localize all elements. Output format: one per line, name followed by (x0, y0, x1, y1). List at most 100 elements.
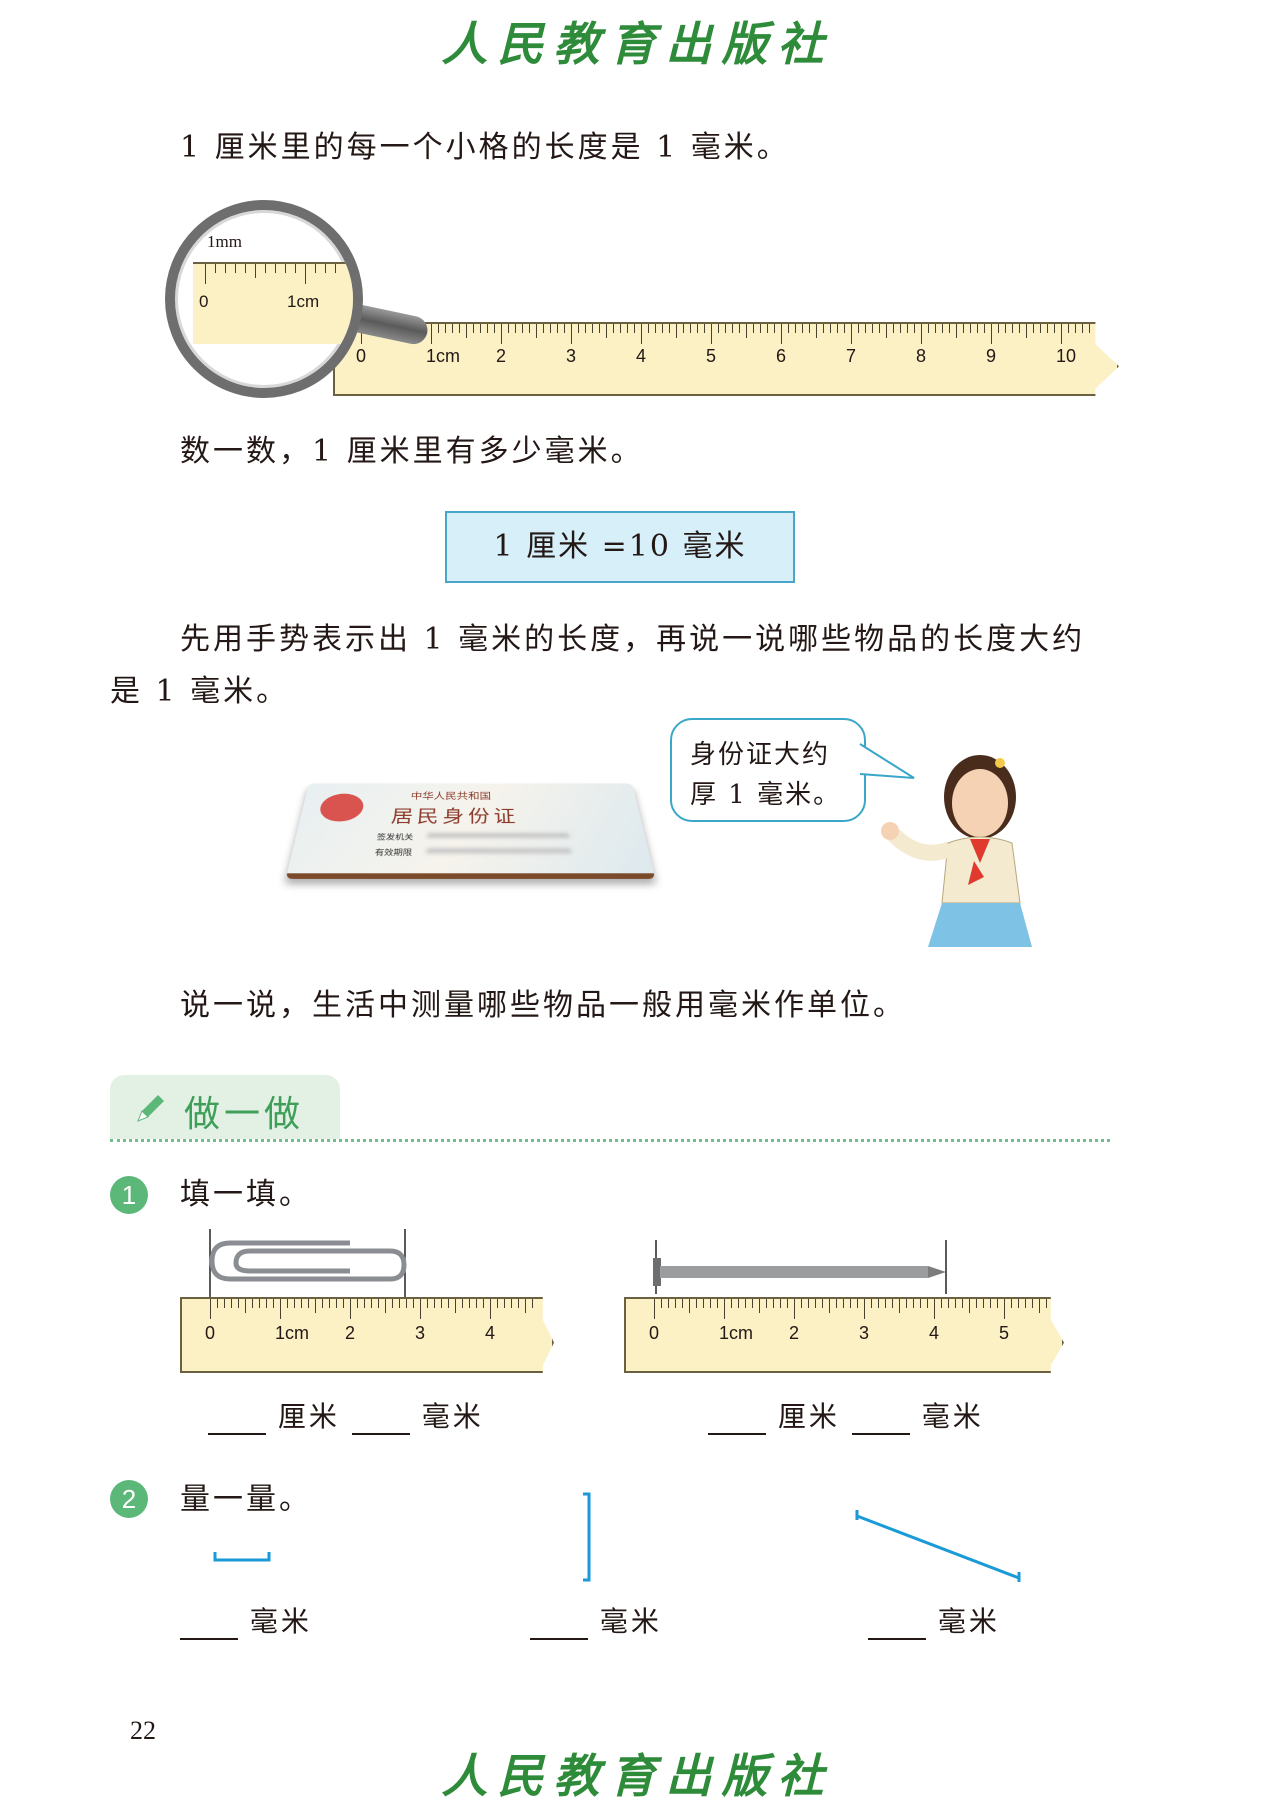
ruler-tick (259, 1299, 260, 1308)
ruler-tick (452, 324, 453, 333)
ruler-tick (745, 1299, 746, 1308)
ruler-tick (955, 1299, 956, 1308)
publisher-logo-footer: 人民教育出版社 (441, 1749, 834, 1803)
gesture-line1: 先用手势表示出 1 毫米的长度，再说一说哪些物品的长度大约 (180, 622, 1086, 657)
answer-a-cm-blank[interactable] (208, 1407, 266, 1435)
magnifier-tick (255, 264, 256, 278)
ruler-b-label: 3 (859, 1323, 870, 1343)
magnifier-tick (325, 264, 326, 273)
ruler-tick (529, 324, 530, 333)
ruler-tick (753, 324, 754, 333)
ruler-tick (427, 1299, 428, 1308)
ruler-tick (836, 1299, 837, 1308)
ruler-tick (885, 1299, 886, 1308)
ruler-b-label: 1cm (719, 1323, 754, 1343)
ruler-tick (759, 1299, 760, 1313)
main-ruler-label: 3 (566, 346, 577, 366)
ruler-tick (476, 1299, 477, 1308)
ruler-tick (578, 324, 579, 333)
ruler-tick (942, 324, 943, 333)
ruler-tick (781, 324, 782, 344)
ruler-tick (697, 324, 698, 333)
ruler-tick (983, 1299, 984, 1308)
ruler-tick (822, 1299, 823, 1308)
answer-d-blank[interactable] (530, 1612, 588, 1640)
ruler-tick (613, 324, 614, 333)
ruler-tick (746, 324, 747, 338)
ruler-tick (962, 1299, 963, 1308)
ruler-tick (738, 1299, 739, 1308)
ruler-tick (837, 324, 838, 333)
ruler-tick (654, 1299, 655, 1319)
ruler-tick (511, 1299, 512, 1308)
main-ruler-label: 10 (1056, 346, 1077, 366)
ruler-tick (1054, 324, 1055, 333)
answer-b-cm-blank[interactable] (708, 1407, 766, 1435)
ruler-tick (350, 1299, 351, 1319)
answer-b-mm-blank[interactable] (851, 1407, 910, 1435)
main-ruler-label: 6 (776, 346, 787, 366)
ruler-tick (392, 1299, 393, 1308)
ruler-tick (787, 1299, 788, 1308)
answer-b: 厘米 毫米 (708, 1395, 984, 1435)
speech-bubble: 身份证大约 厚 1 毫米。 (670, 718, 866, 822)
ruler-tick (906, 1299, 907, 1308)
ruler-tick (690, 324, 691, 333)
answer-e-blank[interactable] (868, 1612, 926, 1640)
ruler-tick (1061, 324, 1062, 344)
ruler-tick (788, 324, 789, 333)
ruler-tick (231, 1299, 232, 1308)
ruler-tick (1005, 324, 1006, 333)
ruler-tick (1018, 1299, 1019, 1308)
ruler-tick (997, 1299, 998, 1308)
ruler-tick (473, 324, 474, 333)
ruler-tick (238, 1299, 239, 1308)
unit-mm-label: 毫米 (421, 1400, 484, 1433)
ruler-tick (689, 1299, 690, 1313)
ruler-tick (990, 1299, 991, 1308)
ruler-tick (857, 1299, 858, 1308)
ruler-tick (823, 324, 824, 333)
magnifier-zero-label: 0 (199, 292, 209, 311)
ruler-tick (217, 1299, 218, 1308)
ruler-tick (525, 1299, 526, 1313)
ruler-tick (739, 324, 740, 333)
ruler-tick (448, 1299, 449, 1308)
ruler-tick (878, 1299, 879, 1308)
answer-a: 厘米 毫米 (208, 1395, 484, 1435)
ruler-tick (724, 1299, 725, 1319)
ruler-tick (703, 1299, 704, 1308)
unit-mm-label: 毫米 (921, 1400, 984, 1433)
ruler-tick (245, 1299, 246, 1313)
answer-c-blank[interactable] (180, 1612, 238, 1640)
ruler-tick (711, 324, 712, 344)
ruler-tick (287, 1299, 288, 1308)
ruler-tick (301, 1299, 302, 1308)
ruler-tick (655, 324, 656, 333)
ruler-tick (976, 1299, 977, 1308)
ruler-tick (550, 324, 551, 333)
main-ruler-label: 7 (846, 346, 857, 366)
ruler-tick (661, 1299, 662, 1308)
emblem-icon (317, 793, 366, 822)
magnifier-tick (315, 264, 316, 273)
ruler-tick (455, 1299, 456, 1313)
section-header: 做一做 (110, 1075, 340, 1139)
magnifier-tick (295, 264, 296, 273)
ruler-tick (445, 324, 446, 333)
ruler-tick (984, 324, 985, 333)
ruler-tick (914, 324, 915, 333)
measure-segments (213, 1492, 1021, 1582)
answer-a-mm-blank[interactable] (351, 1407, 410, 1435)
ruler-tick (941, 1299, 942, 1308)
ruler-tick (795, 324, 796, 333)
unit-cm-label: 厘米 (777, 1400, 840, 1433)
magnifier-tick (245, 264, 246, 273)
id-card-field2: 有效期限 (374, 849, 413, 858)
id-card: 中华人民共和国 居民身份证 签发机关 有效期限 (285, 783, 656, 879)
ruler-tick (1039, 1299, 1040, 1313)
ruler-tick (1103, 324, 1104, 333)
ruler-tick (469, 1299, 470, 1308)
ruler-tick (634, 324, 635, 333)
ruler-a-label: 3 (415, 1323, 426, 1343)
